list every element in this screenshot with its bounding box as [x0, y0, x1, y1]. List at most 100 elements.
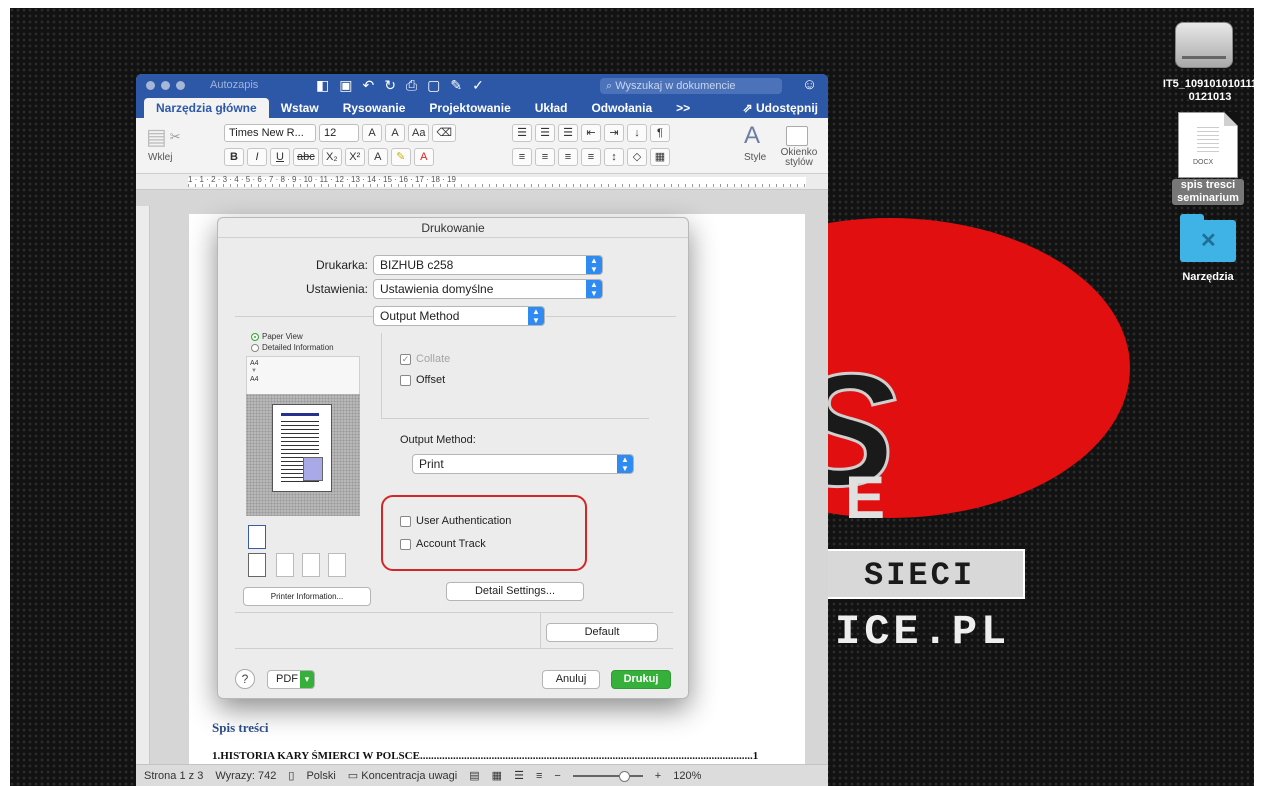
pilcrow-icon[interactable]: ¶ [650, 124, 670, 142]
styles-pane-label[interactable]: Okienko stylów [778, 148, 820, 168]
styles-label[interactable]: Style [744, 152, 766, 163]
numbering-icon[interactable]: ☰ [535, 124, 555, 142]
language[interactable]: Polski [306, 770, 335, 782]
autosave-toggle[interactable]: Autozapis [210, 79, 258, 91]
paste-icon[interactable]: ▤ [146, 124, 167, 150]
zoom-slider[interactable] [572, 770, 643, 782]
bold-button[interactable]: B [224, 148, 244, 166]
line-spacing-icon[interactable]: ↕ [604, 148, 624, 166]
redo-icon[interactable]: ↻ [384, 77, 396, 94]
pdf-button[interactable]: PDF ▾ [267, 670, 315, 689]
folder-icon[interactable]: ✕ [1180, 214, 1236, 262]
security-icon[interactable] [328, 553, 346, 577]
justify-icon[interactable]: ≡ [581, 148, 601, 166]
tab-references[interactable]: Odwołania [579, 98, 664, 118]
default-button[interactable]: Default [546, 623, 658, 642]
print-button[interactable]: Drukuj [611, 670, 671, 689]
title-bar: Autozapis ◧ ▣ ↶ ↻ ⎙ ▢ ✎ ✓ ⌕ Wyszukaj w d… [136, 74, 828, 98]
printer-info-button[interactable]: Printer Information... [243, 587, 371, 606]
strikethrough-button[interactable]: abc [293, 148, 319, 166]
document-search[interactable]: ⌕ Wyszukaj w dokumencie [600, 78, 782, 94]
paper-view-radio[interactable]: Paper View [251, 332, 303, 341]
zoom-level[interactable]: 120% [673, 770, 701, 782]
folder-label[interactable]: Narzędzia [1160, 271, 1254, 283]
settings-select[interactable]: Ustawienia domyślne ▲ ▼ [373, 279, 603, 299]
align-center-icon[interactable]: ≡ [535, 148, 555, 166]
font-size-select[interactable]: 12 [319, 124, 359, 142]
print-layout-icon[interactable]: ▤ [469, 769, 479, 782]
draft-icon[interactable]: ≡ [536, 770, 542, 782]
change-case-button[interactable]: Aa [408, 124, 430, 142]
tab-insert[interactable]: Wstaw [269, 98, 331, 118]
decrease-indent-icon[interactable]: ⇤ [581, 124, 601, 142]
tab-layout[interactable]: Układ [523, 98, 580, 118]
spellcheck-icon[interactable]: ✓ [472, 77, 484, 94]
help-button[interactable]: ? [235, 669, 255, 689]
feedback-smiley-icon[interactable]: ☺ [802, 76, 817, 93]
multilevel-icon[interactable]: ☰ [558, 124, 578, 142]
vertical-ruler[interactable] [136, 206, 150, 766]
edit-icon[interactable]: ✎ [450, 77, 462, 94]
clear-format-icon[interactable]: ⌫ [432, 124, 457, 142]
collate-checkbox[interactable]: ✓ Collate [400, 353, 450, 365]
share-button[interactable]: ⇗ Udostępnij [743, 101, 818, 115]
detail-settings-button[interactable]: Detail Settings... [446, 582, 584, 601]
bullets-icon[interactable]: ☰ [512, 124, 532, 142]
italic-button[interactable]: I [247, 148, 267, 166]
minimize-window-button[interactable] [161, 81, 170, 90]
section-select[interactable]: Output Method ▲ ▼ [373, 306, 545, 326]
zoom-window-button[interactable] [176, 81, 185, 90]
highlight-button[interactable]: ✎ [390, 148, 411, 166]
styles-pane-icon[interactable] [786, 126, 808, 146]
subscript-button[interactable]: X₂ [321, 148, 342, 166]
increase-indent-icon[interactable]: ⇥ [604, 124, 624, 142]
font-name-select[interactable]: Times New R... [224, 124, 316, 142]
styles-icon[interactable]: A [744, 122, 760, 150]
cancel-button[interactable]: Anuluj [542, 670, 600, 689]
web-layout-icon[interactable]: ▦ [492, 769, 502, 782]
sidebar-icon[interactable]: ◧ [316, 77, 329, 94]
borders-icon[interactable]: ▦ [650, 148, 670, 166]
focus-mode[interactable]: ▭ Koncentracja uwagi [348, 769, 457, 782]
print-icon[interactable]: ⎙ [406, 77, 417, 94]
document-icon[interactable] [248, 553, 266, 577]
tab-design[interactable]: Projektowanie [417, 98, 522, 118]
align-right-icon[interactable]: ≡ [558, 148, 578, 166]
shading-icon[interactable]: ◇ [627, 148, 647, 166]
shrink-font-button[interactable]: A [385, 124, 405, 142]
sort-icon[interactable]: ↓ [627, 124, 647, 142]
horizontal-ruler[interactable]: 1 · 1 · 2 · 3 · 4 · 5 · 6 · 7 · 8 · 9 · … [136, 174, 828, 190]
detailed-info-radio[interactable]: Detailed Information [251, 343, 334, 352]
output-method-select[interactable]: Print ▲ ▼ [412, 454, 634, 474]
docx-file-icon[interactable]: DOCX [1178, 112, 1238, 178]
printer-select[interactable]: BIZHUB c258 ▲ ▼ [373, 255, 603, 275]
image-quality-icon[interactable] [302, 553, 320, 577]
word-count[interactable]: Wyrazy: 742 [215, 770, 276, 782]
underline-button[interactable]: U [270, 148, 290, 166]
offset-checkbox[interactable]: Offset [400, 374, 445, 386]
undo-icon[interactable]: ↶ [362, 77, 374, 94]
tab-more[interactable]: >> [664, 98, 702, 118]
output-tray-icon[interactable] [248, 525, 266, 549]
outline-icon[interactable]: ☰ [514, 769, 524, 782]
tab-draw[interactable]: Rysowanie [331, 98, 418, 118]
grow-font-button[interactable]: A [362, 124, 382, 142]
text-effects-button[interactable]: A [367, 148, 388, 166]
zoom-in-icon[interactable]: + [655, 770, 661, 782]
hard-drive-icon[interactable] [1175, 22, 1233, 68]
radio-on [251, 332, 259, 341]
superscript-button[interactable]: X² [344, 148, 365, 166]
docx-file-label[interactable]: spis tresci seminarium [1172, 179, 1244, 205]
align-left-icon[interactable]: ≡ [512, 148, 532, 166]
finishing-icon[interactable] [276, 553, 294, 577]
save-icon[interactable]: ▣ [339, 77, 352, 94]
drive-label[interactable]: IT5_109101010111 0121013 [1150, 78, 1254, 104]
font-color-button[interactable]: A [413, 148, 434, 166]
zoom-out-icon[interactable]: − [554, 770, 560, 782]
proofing-icon[interactable]: ▯ [288, 769, 294, 782]
close-window-button[interactable] [146, 81, 155, 90]
cut-icon[interactable]: ✂ [170, 129, 181, 145]
new-doc-icon[interactable]: ▢ [427, 77, 440, 94]
page-count[interactable]: Strona 1 z 3 [144, 770, 203, 782]
tab-home[interactable]: Narzędzia główne [144, 98, 269, 118]
